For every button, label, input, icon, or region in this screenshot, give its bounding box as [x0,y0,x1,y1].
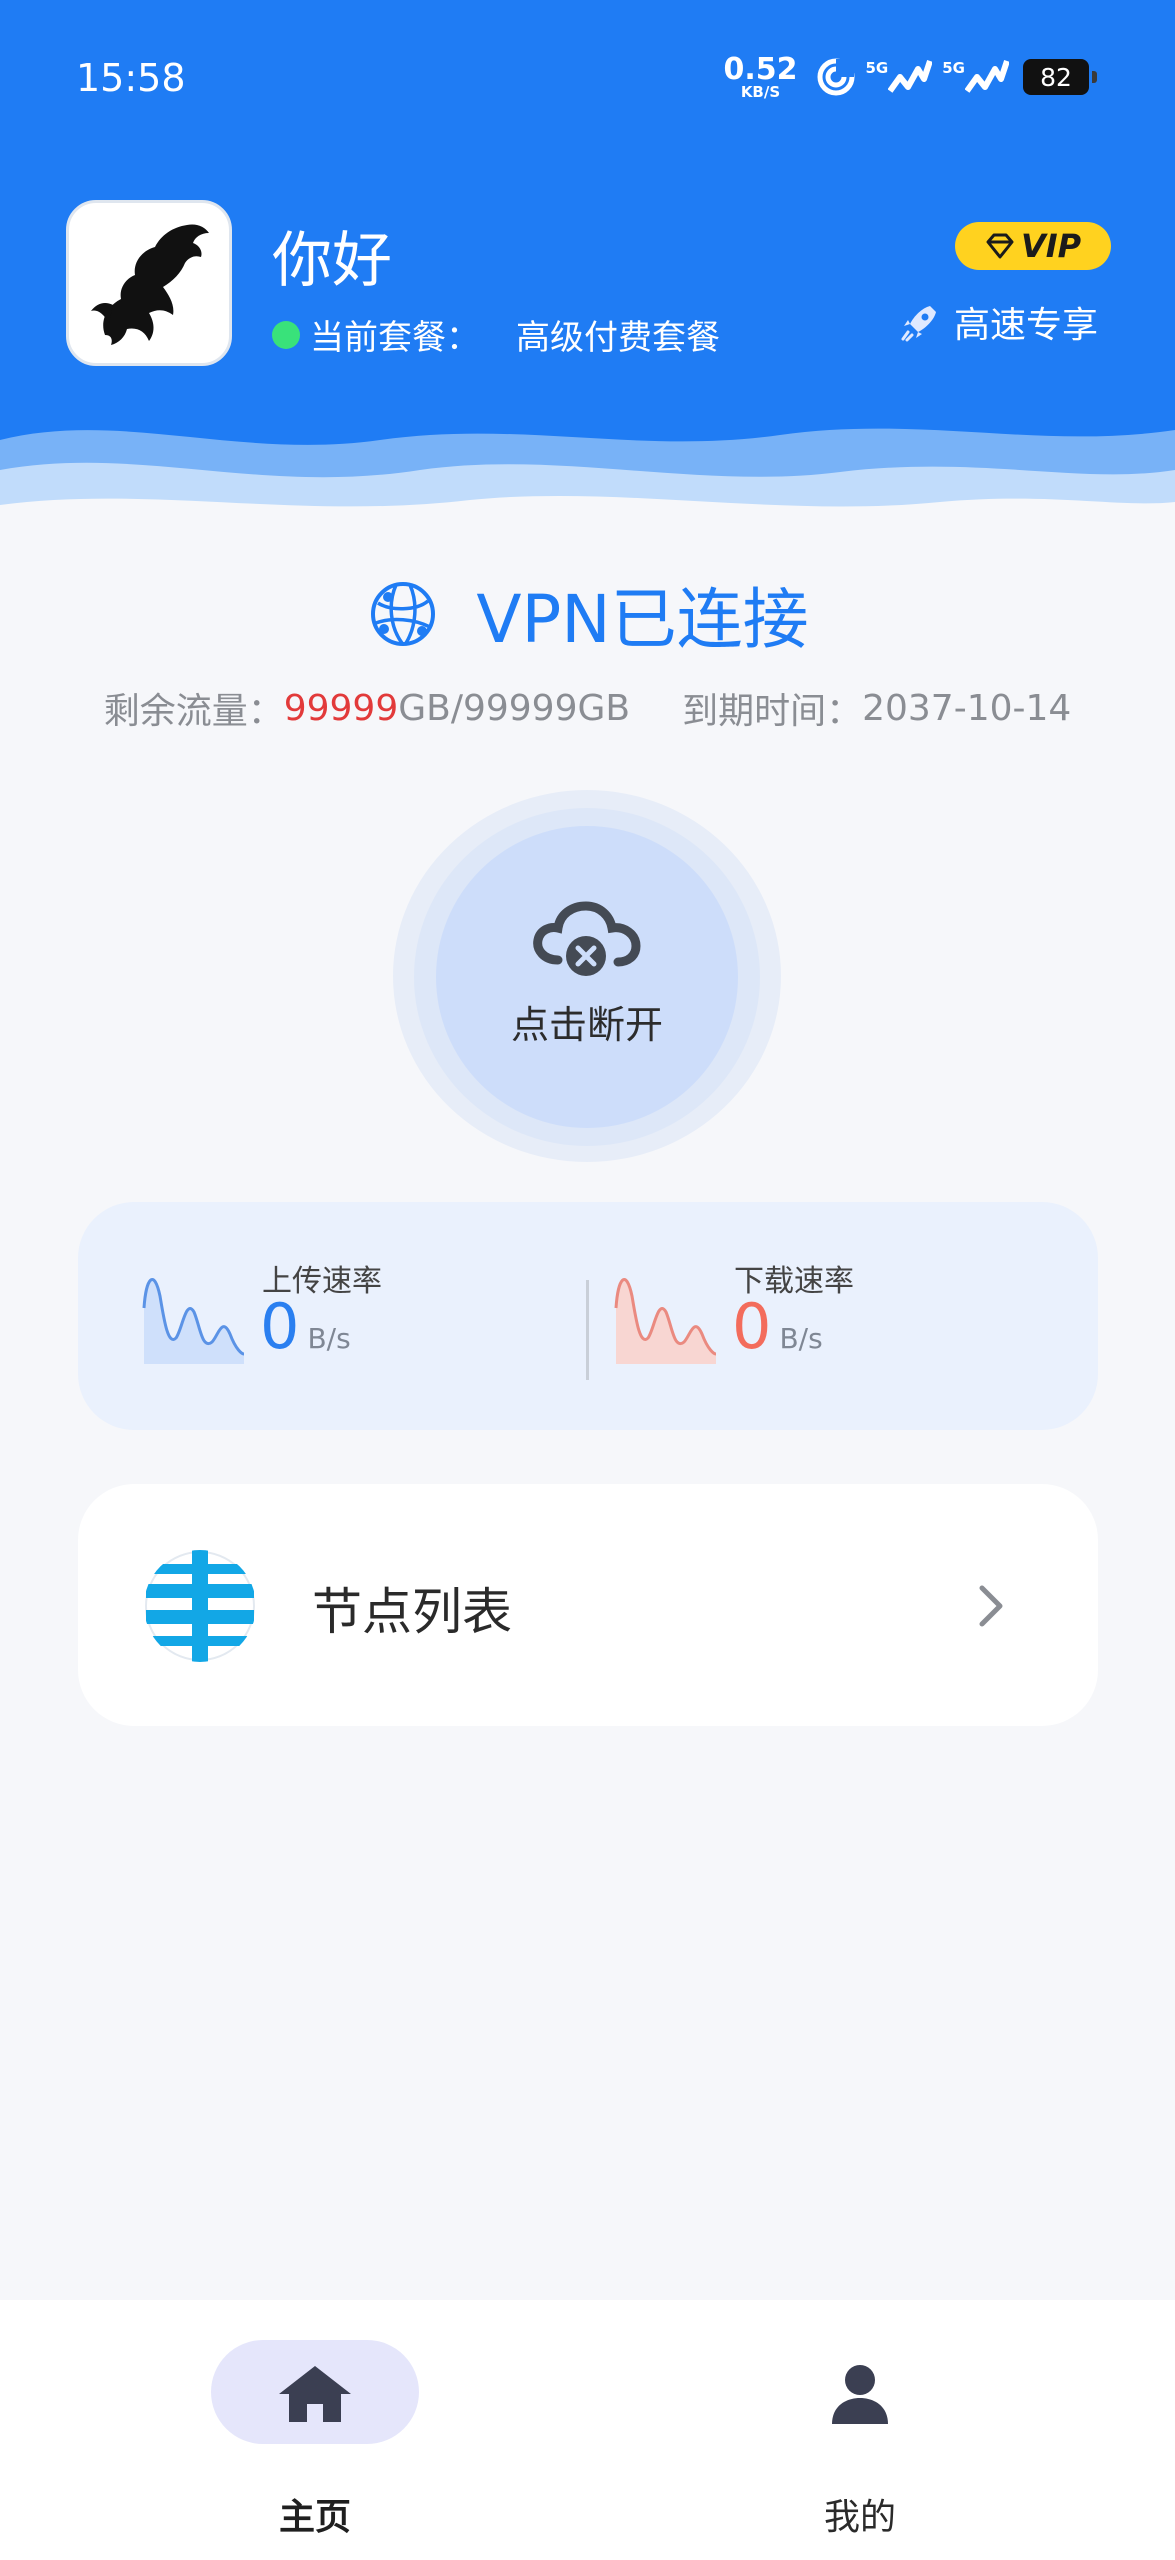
download-value-number: 0 [732,1290,772,1363]
home-icon [279,2366,351,2422]
network-speed-value: 0.52 [723,51,798,87]
vpn-status: VPN已连接 [0,566,1175,662]
node-list-icon [144,1550,256,1662]
expire-date: 2037-10-14 [862,687,1072,729]
cloud-disconnect-icon [533,901,641,976]
header-waves [0,428,1175,540]
plan-value: 高级付费套餐 [516,318,720,358]
disconnect-button-label: 点击断开 [510,1003,663,1047]
online-status-dot [272,320,300,349]
upload-value-number: 0 [260,1290,300,1363]
signal-icon [888,60,933,93]
expire-label: 到期时间： [682,691,863,732]
speed-divider [586,1280,589,1380]
network-speed: 0.52 KB/S [723,51,798,101]
horse-logo [91,224,209,345]
traffic-used: 99999 [283,687,399,729]
status-indicators: 0.52 KB/S 5G 5G 82 [723,51,1097,102]
tab-home[interactable]: 主页 [165,2340,465,2540]
node-list-button[interactable]: 节点列表 [78,1484,1098,1726]
vip-badge[interactable]: VIP [955,222,1111,270]
upload-value: 0 B/s [260,1290,351,1363]
download-value-unit: B/s [779,1322,823,1355]
chevron-right-icon [979,1585,1003,1627]
network-speed-unit: KB/S [740,82,781,101]
vpn-status-label: VPN已连接 [476,581,809,658]
traffic-rest: GB/99999GB [398,687,631,729]
bottom-tab-bar: 主页 我的 [0,2300,1175,2560]
wifi-icon [817,58,854,96]
status-time: 15:58 [76,56,186,100]
speed-exclusive-label: 高速专享 [954,305,1099,346]
signal-icon [965,60,1009,93]
speed-card: 上传速率 0 B/s 下载速率 0 B/s [78,1202,1098,1430]
signal-2: 5G [942,57,1009,97]
signal-1-label: 5G [865,59,889,77]
vip-diamond-icon [986,233,1014,259]
avatar[interactable] [66,200,232,366]
vip-badge-label: VIP [1020,227,1082,265]
download-value: 0 B/s [732,1290,823,1363]
tab-home-label: 主页 [278,2497,351,2538]
signal-1: 5G [866,57,933,97]
tab-mine[interactable]: 我的 [710,2340,1010,2540]
greeting: 你好 [272,226,392,296]
download-wave-icon [614,1278,717,1364]
signal-2-label: 5G [942,59,965,77]
speed-exclusive: 高速专享 [900,296,1098,348]
status-bar: 15:58 0.52 KB/S 5G 5G 82 [0,40,1175,110]
battery-level: 82 [1040,62,1072,92]
plan-label: 当前套餐： [310,318,480,358]
upload-wave-icon [142,1278,245,1364]
usage-line: 剩余流量： 99999 GB/99999GB 到期时间： 2037-10-14 [0,682,1175,734]
tab-mine-label: 我的 [823,2497,896,2538]
upload-value-unit: B/s [307,1322,351,1355]
disconnect-button[interactable]: 点击断开 [436,826,738,1128]
user-icon [832,2365,888,2424]
plan-line: 当前套餐： 高级付费套餐 [272,310,720,359]
traffic-label: 剩余流量： [103,691,284,732]
rocket-icon [901,306,936,342]
network-globe-icon [371,582,436,646]
node-list-label: 节点列表 [312,1583,512,1641]
battery-icon: 82 [1023,59,1097,95]
